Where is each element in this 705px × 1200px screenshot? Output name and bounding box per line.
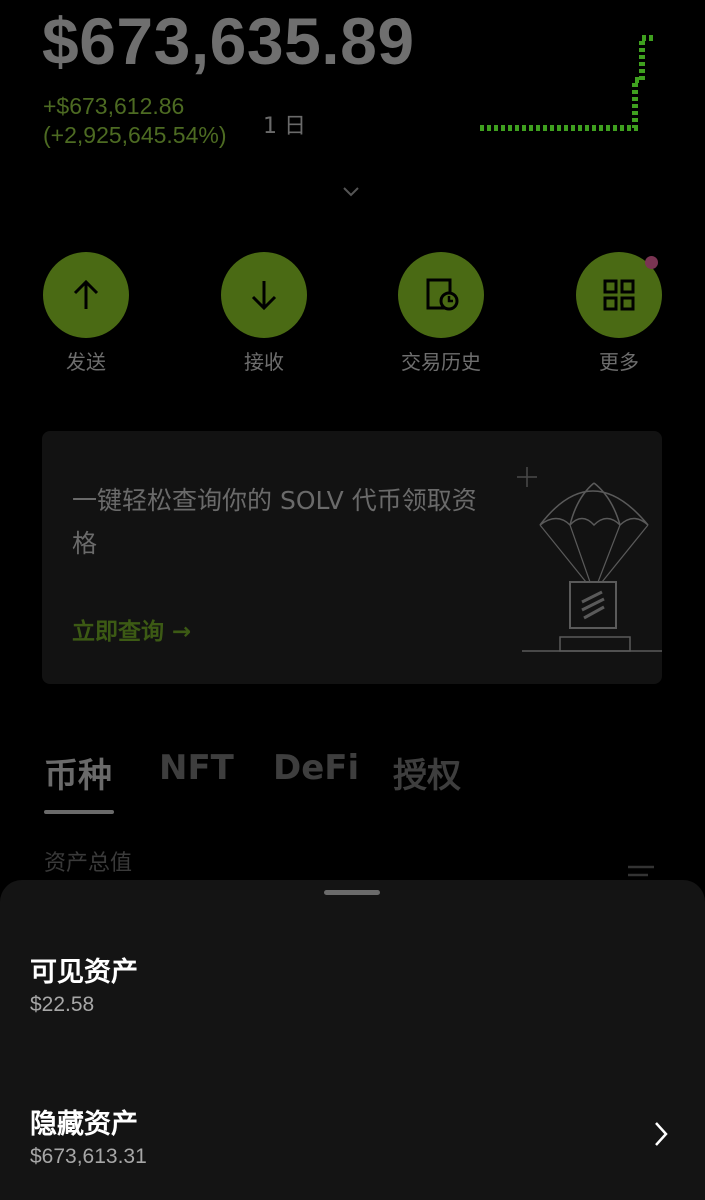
- sort-menu-icon[interactable]: [626, 864, 656, 878]
- visible-assets-value: $22.58: [30, 993, 95, 1016]
- history-icon-circle: [398, 252, 484, 338]
- more-button[interactable]: 更多: [574, 252, 664, 375]
- change-percent: (+2,925,645.54%): [43, 122, 227, 148]
- arrow-up-icon: [73, 279, 99, 309]
- send-label: 发送: [66, 350, 106, 374]
- solv-promo-card[interactable]: 一键轻松查询你的 SOLV 代币领取资格 立即查询 →: [42, 431, 662, 684]
- change-amount: +$673,612.86: [43, 93, 185, 119]
- grid-icon: [603, 279, 635, 311]
- asset-visibility-sheet: 可见资产 $22.58 隐藏资产 $673,613.31: [0, 880, 705, 1200]
- arrow-down-icon: [251, 281, 277, 311]
- tab-defi[interactable]: DeFi: [273, 748, 359, 788]
- expand-chevron-icon[interactable]: [341, 184, 361, 198]
- receive-icon-circle: [221, 252, 307, 338]
- balance-sparkline: [480, 35, 654, 131]
- total-assets-label: 资产总值: [44, 851, 133, 876]
- more-label: 更多: [599, 350, 639, 374]
- promo-text: 一键轻松查询你的 SOLV 代币领取资格: [72, 486, 477, 558]
- sheet-drag-handle[interactable]: [324, 890, 380, 895]
- history-button[interactable]: 交易历史: [396, 252, 486, 375]
- receive-label: 接收: [244, 350, 284, 374]
- period-selector[interactable]: 1 日: [263, 108, 306, 140]
- chevron-right-icon[interactable]: [653, 1120, 669, 1148]
- parachute-airdrop-icon: [517, 467, 662, 652]
- send-button[interactable]: 发送: [41, 252, 131, 375]
- visible-assets-title: 可见资产: [30, 957, 138, 988]
- history-label: 交易历史: [401, 350, 481, 374]
- hidden-assets-value: $673,613.31: [30, 1145, 147, 1168]
- send-icon-circle: [43, 252, 129, 338]
- tab-tokens[interactable]: 币种: [44, 748, 112, 797]
- promo-check-link[interactable]: 立即查询 →: [72, 612, 191, 646]
- quick-actions: 发送 接收 交易历史 更多: [0, 252, 705, 382]
- hidden-assets-row[interactable]: 隐藏资产 $673,613.31: [30, 1102, 675, 1182]
- visible-assets-row[interactable]: 可见资产 $22.58: [30, 950, 675, 1030]
- tab-approvals[interactable]: 授权: [393, 748, 461, 797]
- tab-nft[interactable]: NFT: [159, 748, 234, 788]
- notification-dot: [645, 256, 658, 269]
- portfolio-balance: $673,635.89: [42, 4, 415, 78]
- asset-tabs: 币种 NFT DeFi 授权: [44, 748, 684, 818]
- receive-button[interactable]: 接收: [219, 252, 309, 375]
- history-icon: [426, 278, 459, 311]
- portfolio-change: +$673,612.86 (+2,925,645.54%): [43, 92, 227, 150]
- hidden-assets-title: 隐藏资产: [30, 1109, 138, 1140]
- active-tab-indicator: [44, 810, 114, 814]
- more-icon-circle: [576, 252, 662, 338]
